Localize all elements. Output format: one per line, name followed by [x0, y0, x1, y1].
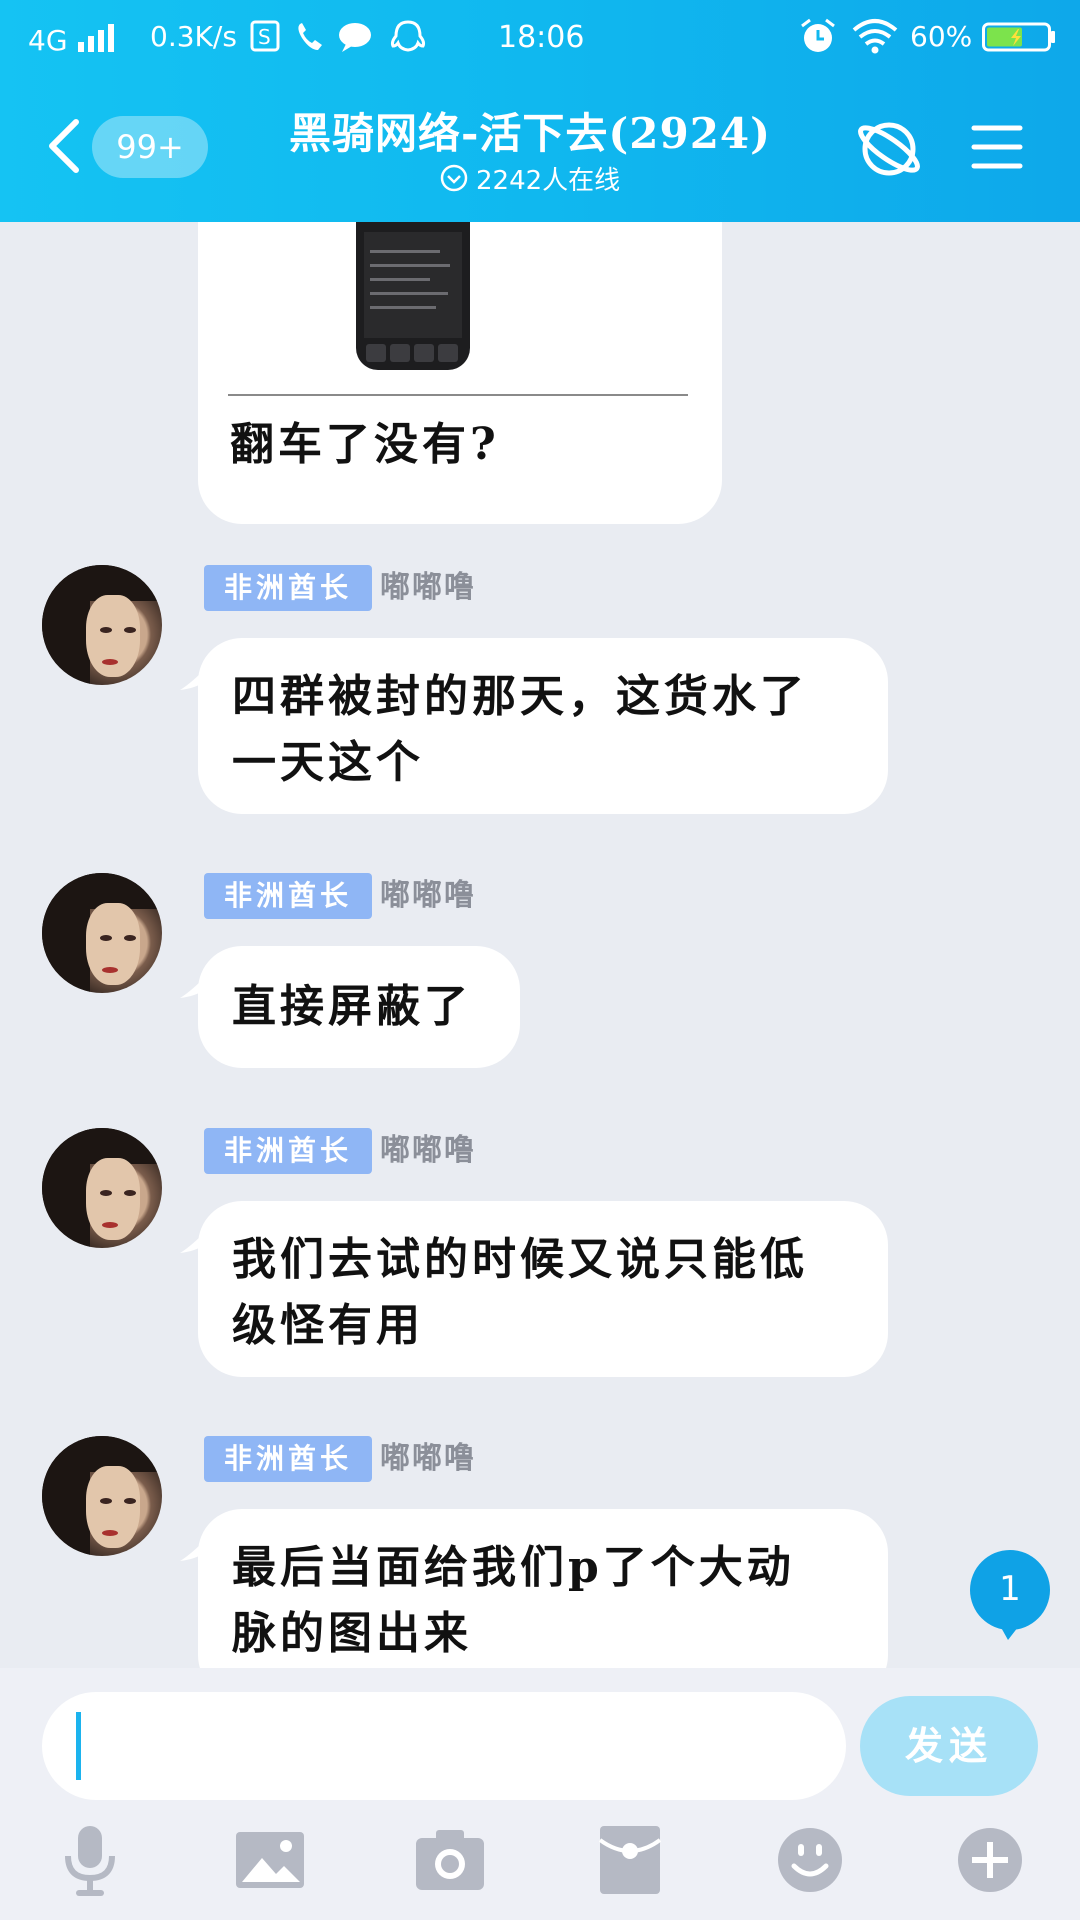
screenshot-screen: [364, 232, 462, 338]
group-title[interactable]: 黑骑网络-活下去(2924): [250, 100, 810, 161]
member-title-badge: 非洲酋长: [204, 1128, 372, 1174]
message-line: 脉的图出来: [232, 1608, 472, 1659]
storage-app-icon: S: [250, 20, 280, 52]
wifi-icon: [852, 19, 898, 54]
phone-call-icon: [298, 23, 322, 50]
message-bubble-image[interactable]: 翻车了没有?: [198, 222, 722, 524]
member-title-badge: 非洲酋长: [204, 1436, 372, 1482]
message-text: 我们去试的时候又说只能低 级怪有用: [232, 1227, 854, 1359]
chat-area[interactable]: 翻车了没有? 非洲酋长 嘟嘟噜 四群被封的那天，这货水了 一天这个 非洲酋长 嘟…: [0, 222, 1080, 1668]
notification-icons: S: [250, 20, 426, 52]
message-bubble[interactable]: 最后当面给我们p了个大动 脉的图出来: [198, 1509, 888, 1668]
emoji-icon[interactable]: [770, 1820, 850, 1900]
screenshot-line: [370, 264, 450, 267]
menu-button[interactable]: [970, 120, 1024, 174]
new-message-count[interactable]: 1: [970, 1550, 1050, 1630]
member-title-badge: 非洲酋长: [204, 565, 372, 611]
new-message-tail: [998, 1622, 1022, 1640]
camera-icon[interactable]: [410, 1820, 490, 1900]
network-type: 4G: [28, 24, 68, 57]
menu-icon: [971, 125, 1023, 169]
online-count-text: 2242人在线: [476, 165, 621, 196]
clock: 18:06: [498, 20, 585, 55]
screenshot-line: [370, 250, 440, 253]
message-line: 级怪有用: [232, 1300, 424, 1351]
screenshot-thumbnail[interactable]: [356, 222, 470, 370]
message-line: 最后当面给我们p了个大动: [232, 1542, 795, 1593]
divider: [228, 394, 688, 396]
message-text: 直接屏蔽了: [232, 974, 486, 1040]
screenshot-line: [370, 278, 430, 281]
input-bar: 发送: [0, 1668, 1080, 1920]
message-bubble[interactable]: 四群被封的那天，这货水了 一天这个: [198, 638, 888, 814]
message-line: 一天这个: [232, 737, 424, 788]
screenshot-button: [390, 344, 410, 362]
svg-text:S: S: [258, 25, 271, 49]
avatar[interactable]: [42, 1436, 162, 1556]
avatar[interactable]: [42, 873, 162, 993]
image-icon[interactable]: [230, 1820, 310, 1900]
status-bar: 4G 0.3K/s S 18:06 60%: [0, 0, 1080, 72]
message-text: 四群被封的那天，这货水了 一天这个: [232, 664, 854, 796]
screenshot-button: [366, 344, 386, 362]
plus-icon[interactable]: [950, 1820, 1030, 1900]
message-line: 直接屏蔽了: [232, 981, 472, 1032]
message-text: 翻车了没有?: [230, 419, 500, 470]
sender-name[interactable]: 嘟嘟噜: [380, 1436, 476, 1482]
network-speed: 0.3K/s: [150, 20, 237, 53]
text-cursor: [76, 1712, 81, 1780]
no-planet-button[interactable]: [856, 116, 922, 182]
signal-icon: [78, 24, 114, 52]
sender-name[interactable]: 嘟嘟噜: [380, 1128, 476, 1174]
message-bubble[interactable]: 我们去试的时候又说只能低 级怪有用: [198, 1201, 888, 1377]
chevron-circle-down-icon: [440, 164, 468, 192]
battery-percent: 60%: [910, 20, 973, 53]
message-line: 四群被封的那天，这货水了: [232, 671, 808, 722]
chat-bubble-icon: [339, 23, 371, 52]
alarm-icon: [801, 18, 835, 52]
sender-name[interactable]: 嘟嘟噜: [380, 565, 476, 611]
send-button[interactable]: 发送: [860, 1696, 1038, 1796]
online-count[interactable]: 2242人在线: [440, 160, 620, 196]
no-planet-icon: [858, 122, 920, 176]
screenshot-button: [438, 344, 458, 362]
back-button[interactable]: [44, 116, 84, 176]
unread-count-badge[interactable]: 99+: [92, 116, 208, 178]
red-packet-icon[interactable]: [590, 1820, 670, 1900]
message-input[interactable]: [42, 1692, 846, 1800]
sender-name[interactable]: 嘟嘟噜: [380, 873, 476, 919]
message-bubble[interactable]: 直接屏蔽了: [198, 946, 520, 1068]
screenshot-line: [370, 306, 436, 309]
message-text: 最后当面给我们p了个大动 脉的图出来: [232, 1535, 854, 1667]
qq-penguin-icon: [390, 20, 426, 52]
battery-icon: [982, 22, 1055, 52]
top-bar: 4G 0.3K/s S 18:06 60% 99+ 黑骑网络-活下去(2924)…: [0, 0, 1080, 222]
avatar[interactable]: [42, 565, 162, 685]
screenshot-line: [370, 292, 448, 295]
member-title-badge: 非洲酋长: [204, 873, 372, 919]
screenshot-button: [414, 344, 434, 362]
avatar[interactable]: [42, 1128, 162, 1248]
microphone-icon[interactable]: [50, 1820, 130, 1900]
message-line: 我们去试的时候又说只能低: [232, 1234, 808, 1285]
